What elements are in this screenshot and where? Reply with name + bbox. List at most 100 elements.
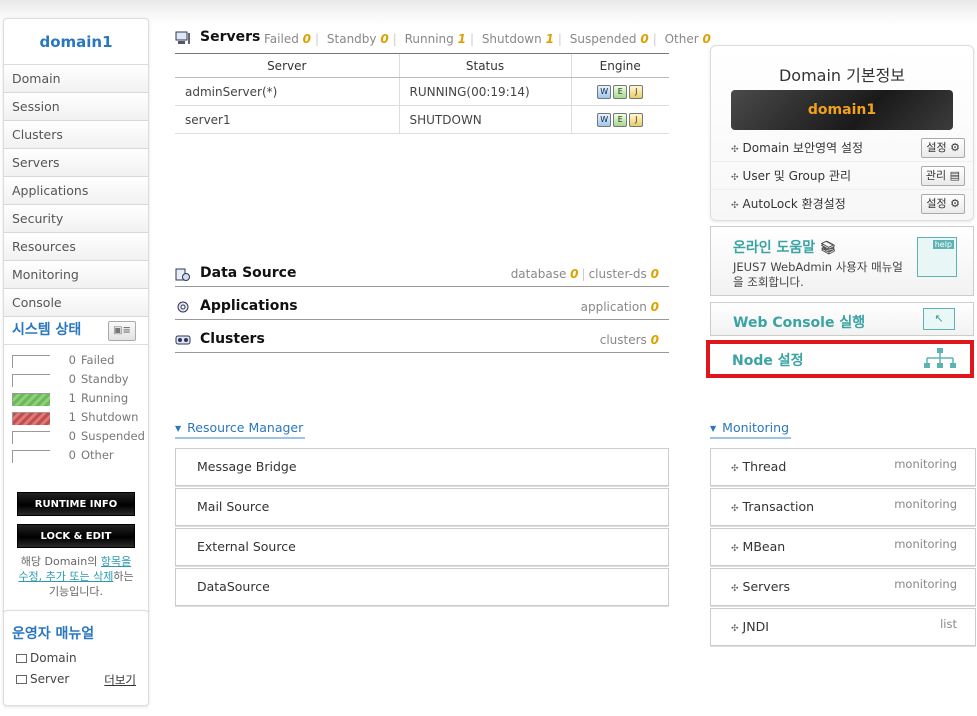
- resource-manager-header[interactable]: Resource Manager: [175, 420, 306, 439]
- ejb-engine-icon[interactable]: E: [613, 84, 628, 99]
- status-label: Other: [81, 448, 114, 462]
- monitoring-item-tag: monitoring: [894, 457, 957, 471]
- status-bar: [12, 355, 50, 368]
- runtime-info-button[interactable]: RUNTIME INFO: [17, 492, 135, 516]
- status-count: 1: [68, 410, 76, 424]
- network-tree-icon: [924, 348, 956, 368]
- clusters-label: clusters: [599, 333, 647, 347]
- manual-title: 운영자 매뉴얼: [12, 626, 95, 642]
- monitoring-jndi[interactable]: ✣ JNDI list: [710, 608, 976, 646]
- web-console-title: Web Console 실행: [733, 315, 866, 331]
- diamond-icon: ✣: [731, 464, 739, 474]
- diamond-icon: ✣: [731, 584, 739, 594]
- online-help-panel[interactable]: 온라인 도움말 📚︎ JEUS7 WebAdmin 사용자 매뉴얼을 조회합니다…: [710, 226, 974, 296]
- manual-item-domain[interactable]: Domain: [4, 651, 148, 672]
- nav-monitoring[interactable]: Monitoring: [4, 261, 148, 289]
- table-row: adminServer(*) RUNNING(00:19:14) WEJ: [175, 77, 669, 106]
- domain-info-box: Domain 기본정보 domain1 ✣ Domain 보안영역 설정 설정 ⚙…: [710, 45, 974, 221]
- clusters-section-header: Clusters clusters 0: [175, 331, 669, 353]
- nav-clusters[interactable]: Clusters: [4, 121, 148, 149]
- more-link[interactable]: 더보기: [104, 672, 136, 688]
- col-engine: Engine: [570, 53, 669, 78]
- web-engine-icon[interactable]: W: [597, 84, 612, 99]
- rm-mail-source[interactable]: Mail Source: [175, 488, 669, 526]
- gear-icon: [177, 301, 189, 313]
- books-icon: 📚︎: [820, 241, 837, 256]
- count-other-value: 0: [702, 32, 711, 46]
- monitoring-transaction[interactable]: ✣ Transaction monitoring: [710, 488, 976, 526]
- servers-counts: Failed 0 | Standby 0 | Running 1 | Shutdown…: [264, 32, 711, 46]
- status-row-standby: 0 Standby: [12, 372, 148, 391]
- nav-security[interactable]: Security: [4, 205, 148, 233]
- lock-edit-button[interactable]: LOCK & EDIT: [17, 524, 135, 548]
- autolock-setting-button[interactable]: 설정 ⚙: [921, 194, 965, 214]
- system-status-header: 시스템 상태 ▣≡: [4, 317, 148, 345]
- count-standby-label: Standby: [326, 32, 377, 46]
- cursor-window-icon: ↖: [923, 308, 955, 330]
- monitor-icon[interactable]: ▣≡: [108, 321, 136, 341]
- online-help-desc: JEUS7 WebAdmin 사용자 매뉴얼을 조회합니다.: [733, 260, 903, 289]
- rm-datasource[interactable]: DataSource: [175, 568, 669, 606]
- nav-domain[interactable]: Domain: [4, 65, 148, 93]
- manual-item-label: Domain: [30, 651, 77, 665]
- monitoring-servers[interactable]: ✣ Servers monitoring: [710, 568, 976, 606]
- count-shutdown-label: Shutdown: [481, 32, 542, 46]
- web-console-panel[interactable]: Web Console 실행 ↖: [710, 302, 974, 336]
- user-group-manage-button[interactable]: 관리 ▤: [920, 166, 965, 186]
- database-icon: [175, 268, 190, 281]
- user-group-row: ✣ User 및 Group 관리 관리 ▤: [711, 162, 973, 190]
- monitoring-thread[interactable]: ✣ Thread monitoring: [710, 448, 976, 486]
- gear-icon: ⚙: [950, 141, 960, 154]
- manual-item-server[interactable]: Server 더보기: [4, 672, 148, 693]
- rm-message-bridge[interactable]: Message Bridge: [175, 448, 669, 486]
- book-icon: [16, 675, 27, 684]
- document-icon: ▤: [949, 169, 960, 182]
- status-bar: [12, 450, 50, 463]
- node-setting-panel[interactable]: Node 설정: [706, 340, 974, 378]
- web-engine-icon[interactable]: W: [597, 112, 612, 127]
- server-name-link[interactable]: server1: [175, 105, 399, 134]
- nav-servers[interactable]: Servers: [4, 149, 148, 177]
- status-label: Running: [81, 391, 129, 405]
- cluster-ds-label: cluster-ds: [588, 267, 647, 281]
- server-status: RUNNING(00:19:14): [398, 77, 571, 106]
- left-sidebar: domain1 Domain Session Clusters Servers …: [3, 18, 149, 614]
- nav-console[interactable]: Console: [4, 289, 148, 317]
- status-bar: [12, 374, 50, 387]
- monitoring-item-label: Thread: [742, 459, 787, 474]
- status-bar: [12, 412, 50, 425]
- security-setting-button[interactable]: 설정 ⚙: [921, 138, 965, 158]
- server-name-link[interactable]: adminServer(*): [175, 77, 399, 106]
- datasource-section-header: Data Source database 0 | cluster-ds 0: [175, 265, 669, 287]
- diamond-icon: ✣: [731, 504, 739, 514]
- nav-session[interactable]: Session: [4, 93, 148, 121]
- ejb-engine-icon[interactable]: E: [613, 112, 628, 127]
- count-shutdown-value: 1: [545, 32, 554, 46]
- clusters-title: Clusters: [200, 331, 265, 347]
- button-label: 설정: [926, 141, 947, 154]
- system-status-list: 0 Failed 0 Standby 1 Running 1 Shutdown 0 Suspend…: [4, 345, 148, 467]
- domain-title[interactable]: domain1: [4, 19, 148, 65]
- monitoring-item-tag: monitoring: [894, 577, 957, 591]
- count-failed-value: 0: [302, 32, 312, 46]
- status-bar-fill: [13, 394, 50, 406]
- application-count: 0: [650, 300, 659, 314]
- autolock-row: ✣ AutoLock 환경설정 설정 ⚙: [711, 190, 973, 218]
- cluster-ds-count: 0: [650, 267, 659, 281]
- rm-external-source[interactable]: External Source: [175, 528, 669, 566]
- security-setting-row: ✣ Domain 보안영역 설정 설정 ⚙: [711, 134, 973, 162]
- monitoring-header[interactable]: Monitoring: [710, 420, 792, 439]
- info-row-label: AutoLock 환경설정: [742, 197, 846, 211]
- status-label: Suspended: [81, 429, 145, 443]
- servers-title: Servers: [200, 29, 261, 45]
- jms-engine-icon[interactable]: J: [629, 84, 644, 99]
- count-running-value: 1: [457, 32, 466, 46]
- jms-engine-icon[interactable]: J: [629, 112, 644, 127]
- nav-applications[interactable]: Applications: [4, 177, 148, 205]
- domain-name-badge: domain1: [731, 90, 953, 130]
- table-row: server1 SHUTDOWN WEJ: [175, 105, 669, 134]
- nav-resources[interactable]: Resources: [4, 233, 148, 261]
- lock-note-pre: 해당 Domain의: [20, 555, 101, 568]
- monitoring-mbean[interactable]: ✣ MBean monitoring: [710, 528, 976, 566]
- node-setting-title: Node 설정: [732, 353, 804, 369]
